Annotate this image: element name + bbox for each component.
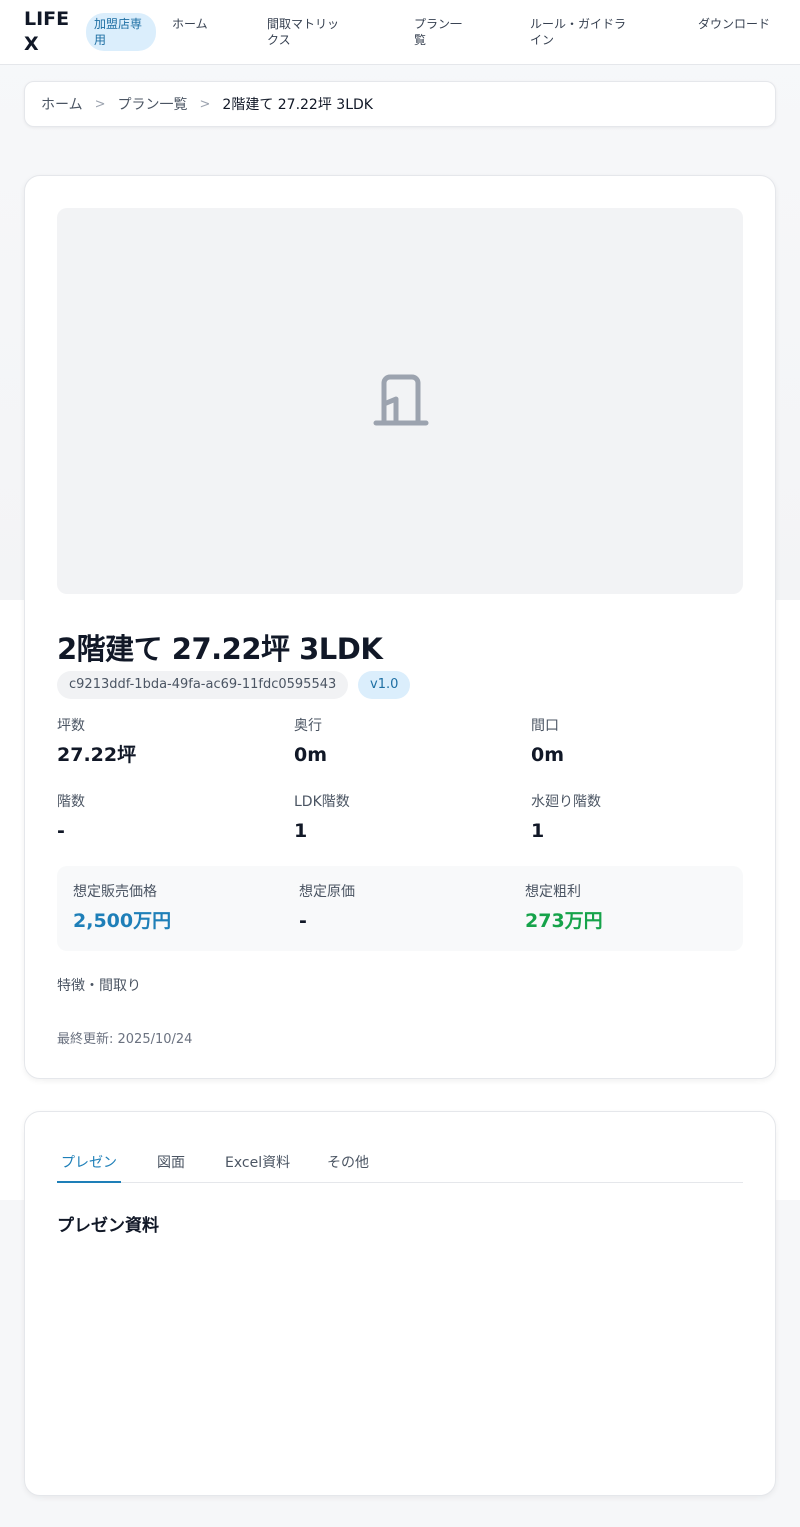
price-value: 273万円 [525,910,603,932]
plan-id-badge: c9213ddf-1bda-49fa-ac69-11fdc0595543 [57,671,349,699]
spec-ldk-floor: LDK階数 1 [294,792,494,844]
tab-drawings[interactable]: 図面 [153,1148,189,1183]
version-badge: v1.0 [358,671,411,699]
spec-value: - [57,820,65,842]
spec-label: 階数 [57,794,85,810]
plan-image-placeholder [57,208,743,594]
spec-value: 1 [531,820,545,842]
top-header: LIFE X 加盟店専用 ホーム 間取マトリックス プラン一覧 ルール・ガイドラ… [0,0,800,65]
price-label: 想定販売価格 [73,884,157,900]
breadcrumb-home[interactable]: ホーム [41,94,83,114]
logo[interactable]: LIFE X [24,7,72,57]
spec-tsubo: 坪数 27.22坪 [57,716,257,768]
price-label: 想定原価 [299,884,355,900]
nav-layout-matrix[interactable]: 間取マトリックス [267,16,351,48]
breadcrumb: ホーム > プラン一覧 > 2階建て 27.22坪 3LDK [24,81,776,127]
spec-label: 間口 [531,718,559,734]
plan-detail-card: 2階建て 27.22坪 3LDK c9213ddf-1bda-49fa-ac69… [24,175,776,1079]
spec-frontage: 間口 0m [531,716,731,768]
spec-label: LDK階数 [294,794,350,810]
tab-presentation[interactable]: プレゼン [57,1148,121,1183]
spec-floors: 階数 - [57,792,257,844]
spec-depth: 奥行 0m [294,716,494,768]
nav-plan-list[interactable]: プラン一覧 [414,16,468,48]
breadcrumb-current: 2階建て 27.22坪 3LDK [222,97,373,113]
spec-label: 水廻り階数 [531,794,601,810]
presentation-heading: プレゼン資料 [57,1216,159,1236]
plan-title: 2階建て 27.22坪 3LDK [57,632,383,666]
door-icon [373,374,429,426]
price-cost: 想定原価 - [299,882,499,934]
price-value: 2,500万円 [73,910,172,932]
spec-water-floor: 水廻り階数 1 [531,792,731,844]
breadcrumb-plan-list[interactable]: プラン一覧 [118,94,188,114]
spec-value: 27.22坪 [57,744,137,766]
price-value: - [299,910,307,932]
price-margin: 想定粗利 273万円 [525,882,725,934]
breadcrumb-separator: > [199,96,211,112]
spec-label: 坪数 [57,718,85,734]
spec-value: 1 [294,820,308,842]
documents-card: プレゼン 図面 Excel資料 その他 プレゼン資料 [24,1111,776,1496]
document-tabs: プレゼン 図面 Excel資料 その他 [57,1148,743,1183]
features-label: 特徴・間取り [57,978,141,994]
nav-rules-guidelines[interactable]: ルール・ガイドライン [530,16,634,48]
nav-home[interactable]: ホーム [172,16,208,32]
tab-excel[interactable]: Excel資料 [221,1148,294,1183]
nav-download[interactable]: ダウンロード [698,16,770,32]
tab-other[interactable]: その他 [323,1148,373,1183]
breadcrumb-separator: > [94,96,106,112]
price-summary: 想定販売価格 2,500万円 想定原価 - 想定粗利 273万円 [57,866,743,951]
spec-label: 奥行 [294,718,322,734]
spec-value: 0m [294,744,328,766]
price-label: 想定粗利 [525,884,581,900]
spec-value: 0m [531,744,565,766]
price-sales: 想定販売価格 2,500万円 [73,882,273,934]
member-badge: 加盟店専用 [86,13,156,51]
last-updated: 最終更新: 2025/10/24 [57,1032,193,1047]
